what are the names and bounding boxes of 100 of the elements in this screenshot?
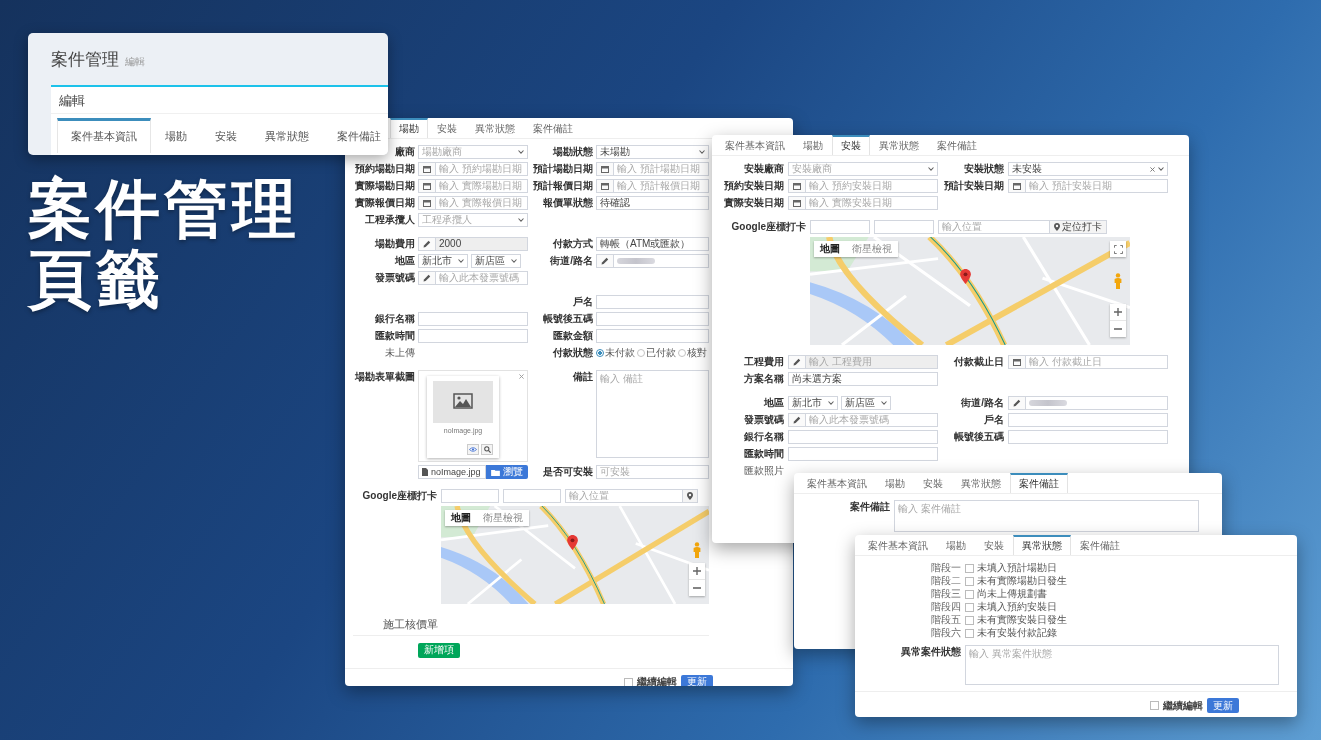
field-label: 地區 bbox=[395, 254, 415, 268]
checkbox[interactable] bbox=[624, 677, 633, 686]
checkbox[interactable] bbox=[965, 602, 974, 612]
pegman-icon[interactable] bbox=[693, 542, 701, 558]
close-icon[interactable] bbox=[519, 374, 524, 379]
caret-icon bbox=[458, 259, 464, 263]
calendar-icon bbox=[423, 182, 431, 190]
text-field[interactable]: 尚未選方案 bbox=[788, 372, 938, 386]
text-field[interactable] bbox=[788, 430, 938, 444]
radio-button[interactable] bbox=[678, 349, 686, 357]
calendar-icon bbox=[601, 182, 609, 190]
tab[interactable]: 異常狀態 bbox=[1013, 535, 1071, 555]
tab[interactable]: 案件基本資訊 bbox=[716, 135, 794, 155]
input-field[interactable] bbox=[874, 220, 934, 234]
checkbox-label: 未填入預計場勘日 bbox=[977, 562, 1057, 574]
text-field[interactable] bbox=[596, 329, 709, 343]
file-field[interactable]: noImage.jpg bbox=[418, 465, 486, 479]
tab[interactable]: 案件備註 bbox=[928, 135, 986, 155]
calendar-icon bbox=[1013, 358, 1021, 366]
text-field[interactable] bbox=[1008, 413, 1168, 427]
select-field[interactable]: 新店區 bbox=[471, 254, 521, 268]
pin-icon bbox=[687, 492, 693, 500]
text-field[interactable] bbox=[596, 295, 709, 309]
clear-icon[interactable] bbox=[1150, 166, 1155, 172]
tab[interactable]: 案件備註 bbox=[524, 118, 582, 138]
text-field[interactable] bbox=[418, 329, 528, 343]
zoom-out-button[interactable] bbox=[1110, 320, 1126, 337]
text-field[interactable] bbox=[1008, 430, 1168, 444]
browse-button[interactable]: 瀏覽 bbox=[486, 465, 528, 479]
zoom-button[interactable] bbox=[481, 444, 493, 455]
select-field[interactable]: 未場勘 bbox=[596, 145, 709, 159]
tab[interactable]: 場勘 bbox=[794, 135, 832, 155]
blurred-value bbox=[617, 258, 655, 264]
text-field[interactable]: 轉帳（ATM或匯款） bbox=[596, 237, 709, 251]
select-field[interactable]: 未安裝 bbox=[1008, 162, 1168, 176]
map-type-tab[interactable]: 地圖 bbox=[814, 241, 846, 257]
input-field[interactable] bbox=[441, 489, 499, 503]
text-field[interactable] bbox=[596, 254, 709, 268]
field-label: 付款方式 bbox=[553, 237, 593, 251]
preview-button[interactable] bbox=[467, 444, 479, 455]
field-label: 場勘表單截圖 bbox=[355, 370, 415, 384]
tab[interactable]: 安裝 bbox=[914, 473, 952, 493]
pencil-icon bbox=[793, 416, 801, 424]
select-field[interactable]: 新店區 bbox=[841, 396, 891, 410]
input-field[interactable] bbox=[810, 220, 870, 234]
checkbox[interactable] bbox=[1150, 701, 1159, 710]
locate-button[interactable]: 定位打卡 bbox=[1050, 220, 1107, 234]
tab[interactable]: 異常狀態 bbox=[251, 118, 323, 153]
checkbox[interactable] bbox=[965, 589, 974, 599]
zoom-in-button[interactable] bbox=[689, 563, 705, 579]
update-button[interactable]: 更新 bbox=[1207, 698, 1239, 713]
radio-button[interactable] bbox=[596, 349, 604, 357]
input-field[interactable] bbox=[503, 489, 561, 503]
tab[interactable]: 安裝 bbox=[832, 135, 870, 155]
tab[interactable]: 場勘 bbox=[390, 118, 428, 138]
field-label: 銀行名稱 bbox=[744, 430, 784, 444]
tab[interactable]: 案件基本資訊 bbox=[798, 473, 876, 493]
locate-button[interactable] bbox=[683, 489, 698, 503]
stage-label: 階段二 bbox=[931, 575, 961, 587]
field-label: 銀行名稱 bbox=[375, 312, 415, 326]
tab[interactable]: 案件備註 bbox=[1071, 535, 1129, 555]
tab[interactable]: 案件備註 bbox=[1010, 473, 1068, 493]
text-field[interactable] bbox=[418, 312, 528, 326]
text-field[interactable] bbox=[1008, 396, 1168, 410]
field-label: 街道/路名 bbox=[961, 396, 1004, 410]
checkbox[interactable] bbox=[965, 615, 974, 625]
zoom-out-button[interactable] bbox=[689, 579, 705, 596]
text-field[interactable] bbox=[788, 447, 938, 461]
checkbox[interactable] bbox=[965, 563, 974, 573]
field-label: 實際報價日期 bbox=[355, 196, 415, 210]
tab[interactable]: 異常狀態 bbox=[870, 135, 928, 155]
map-drawing[interactable] bbox=[810, 237, 1130, 345]
text-field[interactable]: 待確認 bbox=[596, 196, 709, 210]
stage-label: 階段三 bbox=[931, 588, 961, 600]
checkbox[interactable] bbox=[965, 628, 974, 638]
pencil-icon bbox=[423, 240, 431, 248]
select-field[interactable]: 新北市 bbox=[788, 396, 838, 410]
update-button[interactable]: 更新 bbox=[681, 674, 713, 686]
text-field[interactable] bbox=[596, 312, 709, 326]
tab[interactable]: 案件備註 bbox=[323, 118, 388, 153]
checkbox[interactable] bbox=[965, 576, 974, 586]
pegman-icon[interactable] bbox=[1114, 273, 1122, 289]
tab[interactable]: 異常狀態 bbox=[952, 473, 1010, 493]
field-label: 帳號後五碼 bbox=[954, 430, 1004, 444]
tab[interactable]: 案件基本資訊 bbox=[859, 535, 937, 555]
tab[interactable]: 案件基本資訊 bbox=[57, 118, 151, 153]
radio-button[interactable] bbox=[637, 349, 645, 357]
tab[interactable]: 場勘 bbox=[876, 473, 914, 493]
map-type-tab[interactable]: 衛星檢視 bbox=[846, 241, 898, 257]
fullscreen-button[interactable] bbox=[1110, 241, 1126, 257]
select-field[interactable]: 新北市 bbox=[418, 254, 468, 268]
tab[interactable]: 場勘 bbox=[937, 535, 975, 555]
tab[interactable]: 安裝 bbox=[201, 118, 251, 153]
zoom-in-button[interactable] bbox=[1110, 304, 1126, 320]
tab[interactable]: 場勘 bbox=[151, 118, 201, 153]
tab[interactable]: 安裝 bbox=[975, 535, 1013, 555]
map-type-tab[interactable]: 衛星檢視 bbox=[477, 510, 529, 526]
tab[interactable]: 異常狀態 bbox=[466, 118, 524, 138]
pencil-icon bbox=[1013, 399, 1021, 407]
tab[interactable]: 安裝 bbox=[428, 118, 466, 138]
